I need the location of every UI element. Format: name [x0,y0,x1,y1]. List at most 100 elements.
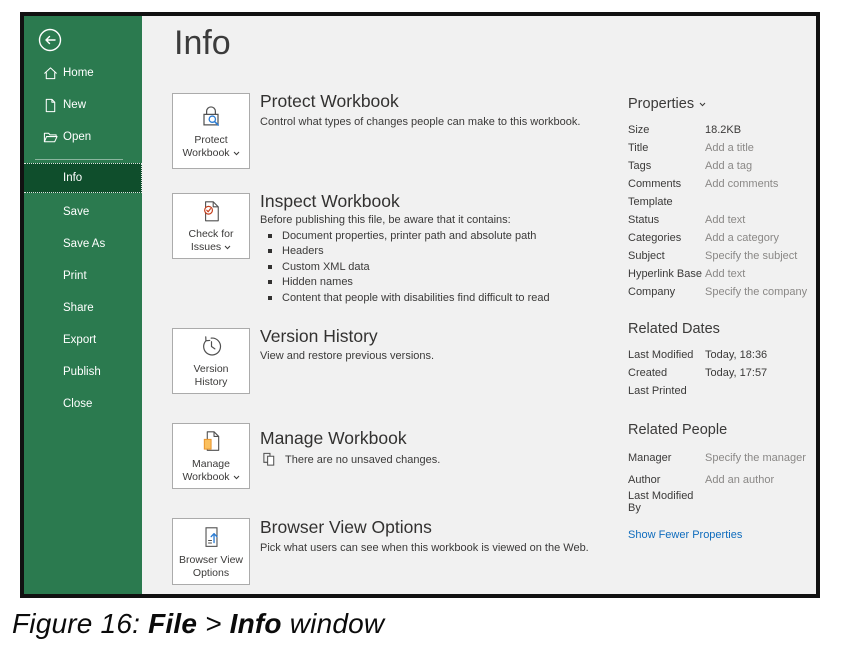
property-value[interactable]: Add a title [705,142,754,154]
square-bullet-icon [268,296,272,300]
list-item: Content that people with disabilities fi… [268,290,550,306]
related-dates-header: Related Dates [628,319,818,339]
property-row: Tags Add a tag [628,157,818,175]
browser-view-icon [198,524,225,551]
button-label-line1: Browser View [179,554,243,567]
property-label: Created [628,367,705,379]
property-row: Manager Specify the manager [628,447,818,469]
property-row: Last Modified Today, 18:36 [628,346,818,364]
pages-icon [262,452,277,467]
button-label-line1: Version [193,363,228,376]
version-history-button[interactable]: Version History [172,328,250,394]
property-row: Subject Specify the subject [628,247,818,265]
property-value[interactable]: Add a category [705,232,779,244]
manage-document-icon [198,428,225,455]
properties-dropdown[interactable]: Properties [628,94,706,114]
property-value[interactable]: Specify the subject [705,250,797,262]
property-value[interactable]: Add an author [705,474,774,486]
property-value[interactable]: Add text [705,268,745,280]
list-item-text: Headers [282,245,324,257]
sidebar-item-label: Home [63,67,94,79]
property-row: Last Printed [628,382,818,400]
list-item-text: Hidden names [282,276,353,288]
section-title-inspect: Inspect Workbook [260,191,400,212]
lock-magnifier-icon [197,103,225,131]
property-value[interactable]: Specify the manager [705,452,806,464]
sidebar-item-label: Export [63,334,96,346]
property-label: Last Printed [628,385,705,397]
property-label: Comments [628,178,705,190]
property-row: Last Modified By [628,491,818,513]
sidebar-item-label: New [63,99,86,111]
property-value: 18.2KB [705,124,741,136]
section-desc-version: View and restore previous versions. [260,350,434,362]
caption-text: window [282,608,385,639]
button-label-line2: Issues [191,241,221,254]
browser-view-options-button[interactable]: Browser View Options [172,518,250,585]
unsaved-changes-status: There are no unsaved changes. [262,452,440,467]
caption-file-bold: File [148,608,197,639]
square-bullet-icon [268,249,272,253]
property-value[interactable]: Specify the company [705,286,807,298]
property-row: Size 18.2KB [628,121,818,139]
button-label-line2: History [195,376,228,389]
property-label: Author [628,474,705,486]
property-row: Template [628,193,818,211]
sidebar-item-open[interactable]: Open [24,121,142,153]
list-item: Hidden names [268,275,550,291]
properties-header-label: Properties [628,96,694,112]
sidebar-item-label: Open [63,131,91,143]
inspect-findings-list: Document properties, printer path and ab… [268,228,550,306]
square-bullet-icon [268,234,272,238]
property-label: Last Modified By [628,490,705,514]
inspect-document-icon [198,198,225,225]
show-fewer-properties-link[interactable]: Show Fewer Properties [628,529,742,541]
related-dates-rows: Last Modified Today, 18:36 Created Today… [628,346,818,400]
sidebar-item-save[interactable]: Save [24,197,142,227]
related-people-rows: Manager Specify the manager Author Add a… [628,447,818,513]
section-desc-inspect: Before publishing this file, be aware th… [260,214,511,226]
property-value[interactable]: Add comments [705,178,778,190]
caption-info-bold: Info [230,608,282,639]
section-title-version: Version History [260,326,378,347]
related-people-header: Related People [628,420,818,440]
protect-workbook-button[interactable]: Protect Workbook [172,93,250,169]
section-title-browser: Browser View Options [260,517,432,538]
sidebar-item-label: Share [63,302,94,314]
list-item-text: Content that people with disabilities fi… [282,292,550,304]
sidebar-item-close[interactable]: Close [24,389,142,419]
dropdown-chevron-icon [224,245,231,250]
history-clock-icon [198,333,225,360]
sidebar-item-share[interactable]: Share [24,293,142,323]
sidebar-item-label: Save As [63,238,105,250]
section-title-protect: Protect Workbook [260,91,399,112]
back-button[interactable] [36,26,64,54]
list-item-text: Document properties, printer path and ab… [282,230,536,242]
sidebar-item-export[interactable]: Export [24,325,142,355]
property-label: Tags [628,160,705,172]
button-label-line1: Protect [194,134,227,147]
section-desc-browser: Pick what users can see when this workbo… [260,542,589,554]
sidebar-item-save-as[interactable]: Save As [24,229,142,259]
property-value[interactable]: Add text [705,214,745,226]
property-label: Template [628,196,705,208]
sidebar-item-home[interactable]: Home [24,57,142,89]
sidebar-item-label: Save [63,206,89,218]
sidebar-item-label: Close [63,398,92,410]
sidebar-item-info[interactable]: Info [24,163,142,193]
section-title-manage: Manage Workbook [260,428,407,449]
manage-workbook-button[interactable]: Manage Workbook [172,423,250,489]
sidebar-item-label: Print [63,270,87,282]
check-for-issues-button[interactable]: Check for Issues [172,193,250,259]
property-value[interactable]: Add a tag [705,160,752,172]
dropdown-chevron-icon [233,475,240,480]
sidebar-item-print[interactable]: Print [24,261,142,291]
button-label-line2: Options [193,567,229,580]
chevron-down-icon [699,102,706,107]
back-arrow-icon [36,26,64,54]
sidebar-item-publish[interactable]: Publish [24,357,142,387]
property-label: Subject [628,250,705,262]
page-title: Info [174,24,231,63]
sidebar-item-new[interactable]: New [24,89,142,121]
property-label: Last Modified [628,349,705,361]
